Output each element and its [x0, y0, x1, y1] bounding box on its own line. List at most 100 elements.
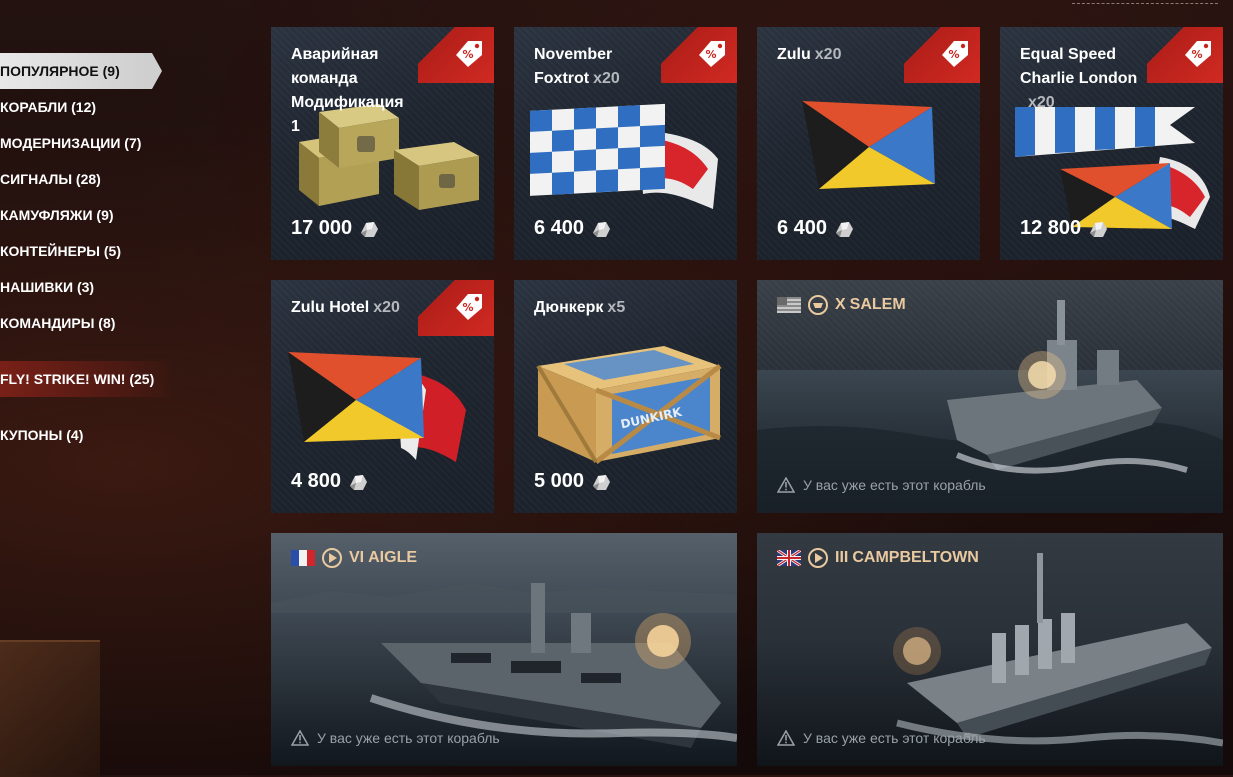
item-title-wrap: Equal Speed Charlie London x20 — [1020, 43, 1143, 115]
cruiser-icon — [808, 295, 828, 315]
sidebar-item-label: ПОПУЛЯРНОЕ (9) — [0, 63, 120, 79]
item-title: Zulu — [777, 46, 811, 63]
discount-ribbon: % — [904, 27, 980, 83]
price-value: 6 400 — [534, 217, 585, 239]
ship-name: CAMPBELTOWN — [852, 549, 979, 566]
svg-text:%: % — [948, 48, 959, 61]
coal-icon — [593, 474, 611, 490]
sidebar-item-label: КОРАБЛИ (12) — [0, 99, 97, 115]
ship-header: III CAMPBELTOWN — [777, 547, 979, 569]
item-price: 12 800 — [1020, 217, 1109, 240]
sidebar-item-label: FLY! STRIKE! WIN! (25) — [0, 371, 155, 387]
price-value: 4 800 — [291, 470, 342, 492]
sidebar-item-coupons[interactable]: КУПОНЫ (4) — [0, 417, 83, 453]
owned-notice: У вас уже есть этот корабль — [291, 730, 500, 746]
ship-tile-aigle[interactable]: VI AIGLE У вас уже есть этот корабль — [271, 533, 737, 766]
item-title-wrap: Zulu Hotel x20 — [291, 296, 414, 320]
price-value: 6 400 — [777, 217, 828, 239]
sidebar-item-label: КУПОНЫ (4) — [0, 427, 84, 443]
shop-tile-dunkirk[interactable]: Дюнкерк x5 DUNKIRK 5 000 — [514, 280, 737, 513]
item-quantity: x20 — [593, 70, 620, 87]
destroyer-icon — [808, 548, 828, 568]
destroyer-icon — [322, 548, 342, 568]
france-flag-icon — [291, 550, 315, 566]
discount-tag-icon: % — [1185, 41, 1211, 67]
item-title: Дюнкерк — [534, 299, 604, 316]
item-quantity: x20 — [1028, 94, 1055, 111]
coal-icon — [593, 221, 611, 237]
sidebar-item-camouflages[interactable]: КАМУФЛЯЖИ (9) — [0, 197, 114, 233]
item-title-wrap: Zulu x20 — [777, 43, 900, 67]
coal-icon — [350, 474, 368, 490]
signal-flag-zulu-hotel-icon — [288, 352, 466, 462]
sidebar-item-signals[interactable]: СИГНАЛЫ (28) — [0, 161, 101, 197]
coal-icon — [361, 221, 379, 237]
discount-tag-icon: % — [456, 294, 482, 320]
item-price: 5 000 — [534, 470, 612, 493]
shop-tile-damage-control[interactable]: Аварийная команда Модификация 1 % 17 000 — [271, 27, 494, 260]
warning-icon — [291, 730, 309, 746]
sidebar-item-label: КОНТЕЙНЕРЫ (5) — [0, 243, 121, 259]
top-divider — [1072, 3, 1218, 4]
item-title: Zulu Hotel — [291, 299, 370, 316]
warning-icon — [777, 730, 795, 746]
sidebar-item-label: КАМУФЛЯЖИ (9) — [0, 207, 114, 223]
item-title: Аварийная команда Модификация 1 — [291, 46, 404, 135]
ship-tile-campbeltown[interactable]: III CAMPBELTOWN У вас уже есть этот кора… — [757, 533, 1223, 766]
discount-ribbon: % — [661, 27, 737, 83]
sidebar-item-patches[interactable]: НАШИВКИ (3) — [0, 269, 94, 305]
sidebar-item-upgrades[interactable]: МОДЕРНИЗАЦИИ (7) — [0, 125, 141, 161]
owned-notice-text: У вас уже есть этот корабль — [803, 730, 986, 746]
ship-tile-salem[interactable]: X SALEM У вас уже есть этот корабль — [757, 280, 1223, 513]
signal-flags-combo-icon — [1015, 107, 1210, 229]
ship-header: VI AIGLE — [291, 547, 417, 569]
discount-ribbon: % — [418, 27, 494, 83]
sidebar-item-containers[interactable]: КОНТЕЙНЕРЫ (5) — [0, 233, 121, 269]
item-quantity: x20 — [373, 299, 400, 316]
discount-ribbon: % — [1147, 27, 1223, 83]
owned-notice: У вас уже есть этот корабль — [777, 477, 986, 493]
svg-text:%: % — [462, 301, 473, 314]
item-title: Equal Speed Charlie London — [1020, 46, 1138, 87]
item-price: 6 400 — [534, 217, 612, 240]
background-crate — [0, 640, 100, 777]
item-price: 4 800 — [291, 470, 369, 493]
discount-tag-icon: % — [942, 41, 968, 67]
owned-notice-text: У вас уже есть этот корабль — [317, 730, 500, 746]
discount-tag-icon: % — [699, 41, 725, 67]
sidebar-item-commanders[interactable]: КОМАНДИРЫ (8) — [0, 305, 115, 341]
item-title-wrap: November Foxtrot x20 — [534, 43, 657, 91]
sidebar-item-popular[interactable]: ПОПУЛЯРНОЕ (9) — [0, 53, 162, 89]
ship-tier: X — [835, 296, 846, 313]
shop-tile-equal-speed-charlie-london[interactable]: Equal Speed Charlie London x20 % 12 800 — [1000, 27, 1223, 260]
ship-tier: VI — [349, 549, 365, 566]
item-quantity: x5 — [607, 299, 626, 316]
item-title-wrap: Дюнкерк x5 — [534, 296, 657, 320]
sidebar-item-label: НАШИВКИ (3) — [0, 279, 95, 295]
shop-tile-zulu[interactable]: Zulu x20 % 6 400 — [757, 27, 980, 260]
shop-tile-november-foxtrot[interactable]: November Foxtrot x20 % 6 400 — [514, 27, 737, 260]
uk-flag-icon — [777, 550, 801, 566]
ship-tier: III — [835, 549, 849, 566]
owned-notice-text: У вас уже есть этот корабль — [803, 477, 986, 493]
svg-text:%: % — [1191, 48, 1202, 61]
svg-text:%: % — [462, 48, 473, 61]
price-value: 17 000 — [291, 217, 353, 239]
shop-tile-zulu-hotel[interactable]: Zulu Hotel x20 % 4 800 — [271, 280, 494, 513]
item-price: 17 000 — [291, 217, 380, 240]
discount-tag-icon: % — [456, 41, 482, 67]
usa-flag-icon — [777, 297, 801, 313]
ship-header: X SALEM — [777, 294, 906, 316]
owned-notice: У вас уже есть этот корабль — [777, 730, 986, 746]
item-quantity: x20 — [814, 46, 842, 63]
warning-icon — [777, 477, 795, 493]
sidebar-item-label: СИГНАЛЫ (28) — [0, 171, 101, 187]
sidebar-item-ships[interactable]: КОРАБЛИ (12) — [0, 89, 96, 125]
svg-text:%: % — [705, 48, 716, 61]
discount-ribbon: % — [418, 280, 494, 336]
sidebar-item-fly-strike-win[interactable]: FLY! STRIKE! WIN! (25) — [0, 361, 175, 397]
coal-icon — [1090, 221, 1108, 237]
signal-flag-zulu-icon — [802, 101, 935, 189]
price-value: 5 000 — [534, 470, 585, 492]
sidebar-item-label: КОМАНДИРЫ (8) — [0, 315, 116, 331]
